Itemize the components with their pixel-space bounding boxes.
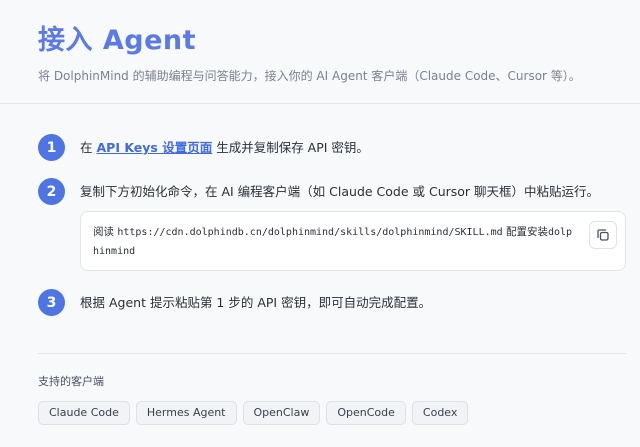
supported-clients-list: Claude Code Hermes Agent OpenClaw OpenCo… [38, 401, 474, 425]
command-url: https://cdn.dolphindb.cn/dolphinmind/ski… [117, 227, 503, 238]
client-chip-claude-code: Claude Code [38, 401, 130, 425]
step-number-badge: 3 [38, 289, 65, 316]
step-number-badge: 1 [38, 134, 65, 161]
command-middle: 配置安装 [502, 226, 548, 238]
init-command-box: 阅读 https://cdn.dolphindb.cn/dolphinmind/… [80, 211, 626, 271]
client-chip-openclaw: OpenClaw [242, 401, 321, 425]
step-number-badge: 2 [38, 178, 65, 205]
step-1-suffix: 生成并复制保存 API 密钥。 [212, 140, 369, 155]
step-3: 3 根据 Agent 提示粘贴第 1 步的 API 密钥，即可自动完成配置。 [38, 289, 431, 316]
step-2-text: 复制下方初始化命令，在 AI 编程客户端（如 Claude Code 或 Cur… [80, 184, 600, 199]
step-1-prefix: 在 [80, 140, 97, 155]
page-title: 接入 Agent [38, 25, 197, 56]
init-command-text[interactable]: 阅读 https://cdn.dolphindb.cn/dolphinmind/… [93, 223, 575, 261]
copy-icon [597, 229, 609, 241]
client-chip-opencode: OpenCode [326, 401, 406, 425]
step-1-text: 在 API Keys 设置页面 生成并复制保存 API 密钥。 [80, 134, 369, 161]
section-divider [38, 353, 626, 354]
step-2: 2 复制下方初始化命令，在 AI 编程客户端（如 Claude Code 或 C… [38, 178, 599, 205]
step-3-text: 根据 Agent 提示粘贴第 1 步的 API 密钥，即可自动完成配置。 [80, 295, 432, 310]
client-chip-hermes-agent: Hermes Agent [135, 401, 237, 425]
api-keys-settings-link[interactable]: API Keys 设置页面 [96, 140, 212, 155]
supported-clients-label: 支持的客户端 [38, 375, 104, 388]
page-subtitle: 将 DolphinMind 的辅助编程与问答能力，接入你的 AI Agent 客… [38, 69, 581, 83]
page-header: 接入 Agent 将 DolphinMind 的辅助编程与问答能力，接入你的 A… [0, 0, 640, 104]
copy-command-button[interactable] [589, 221, 617, 249]
client-chip-codex: Codex [411, 401, 469, 425]
agent-setup-page: 接入 Agent 将 DolphinMind 的辅助编程与问答能力，接入你的 A… [0, 0, 640, 447]
step-1: 1 在 API Keys 设置页面 生成并复制保存 API 密钥。 [38, 134, 369, 161]
command-prefix: 阅读 [93, 226, 118, 238]
